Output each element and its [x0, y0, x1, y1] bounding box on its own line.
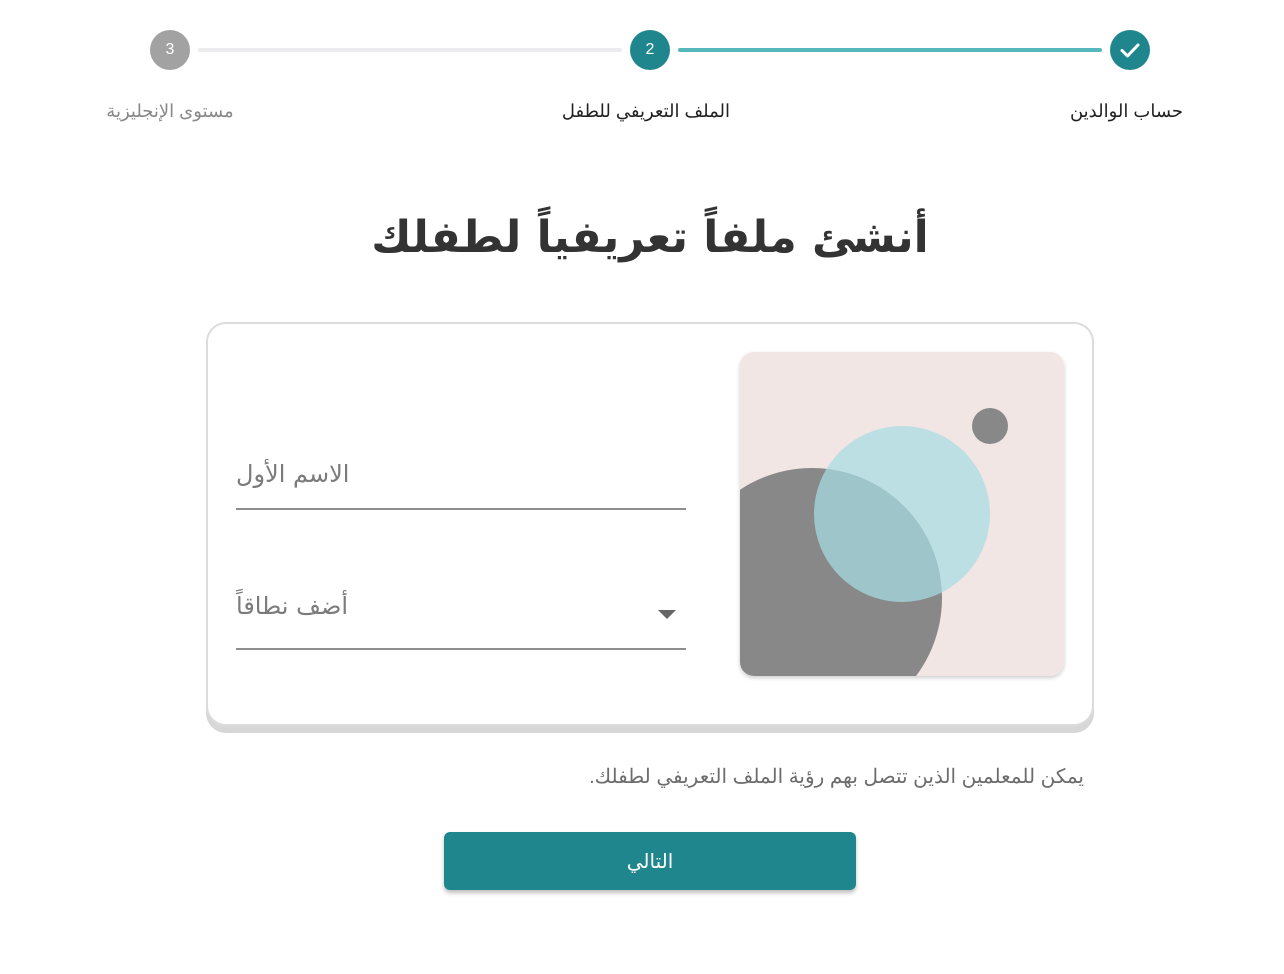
helper-text: يمكن للمعلمين الذين تتصل بهم رؤية الملف …: [589, 766, 1084, 788]
step-3-label: مستوى الإنجليزية: [106, 101, 234, 121]
step-2-number: 2: [645, 41, 655, 58]
first-name-placeholder: الاسم الأول: [236, 460, 350, 488]
step-1-indicator[interactable]: [1110, 30, 1150, 70]
stepper-connector-completed: [678, 48, 1102, 52]
step-3-indicator[interactable]: 3: [150, 30, 190, 70]
step-3-number: 3: [165, 41, 175, 58]
next-button[interactable]: التالي: [444, 832, 856, 890]
page-title: أنشئ ملفاً تعريفياً لطفلك: [371, 212, 929, 263]
profile-card: الاسم الأول أضف نطاقاً: [206, 322, 1094, 726]
check-icon: [1120, 43, 1140, 58]
first-name-field[interactable]: الاسم الأول: [236, 444, 686, 510]
stepper-connector-pending: [198, 48, 622, 52]
range-select[interactable]: أضف نطاقاً: [236, 582, 686, 650]
caret-down-icon[interactable]: [658, 610, 676, 619]
page: 2 3 حساب الوالدين الملف التعريفي للطفل م…: [0, 0, 1284, 974]
abstract-shapes-image: [740, 352, 1064, 676]
range-select-placeholder: أضف نطاقاً: [236, 592, 348, 620]
step-2-indicator[interactable]: 2: [630, 30, 670, 70]
avatar-illustration: [740, 352, 1064, 676]
step-1-label: حساب الوالدين: [1069, 101, 1183, 121]
step-2-label: الملف التعريفي للطفل: [561, 101, 730, 121]
